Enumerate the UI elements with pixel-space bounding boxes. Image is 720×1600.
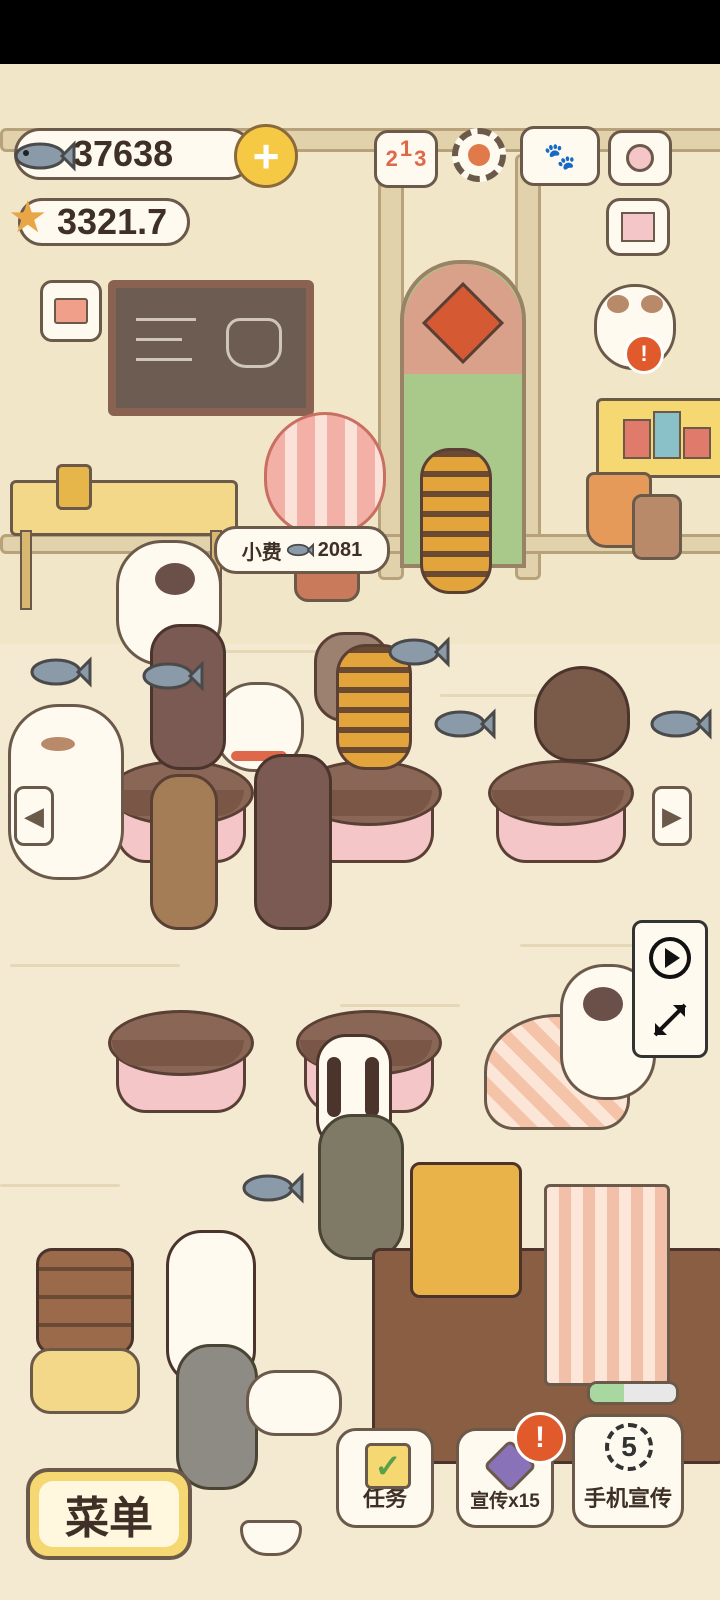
coffee-machine-icon[interactable]	[410, 1162, 522, 1298]
fish-icon	[14, 140, 76, 172]
fish-icon[interactable]	[432, 704, 496, 744]
fish-icon	[286, 542, 314, 558]
star-count: 3321.7	[57, 201, 168, 242]
calico-cat-sleeping[interactable]	[246, 1370, 342, 1436]
rabbit-customer[interactable]	[150, 774, 218, 930]
camera-icon[interactable]	[608, 130, 672, 186]
newspaper-icon[interactable]	[606, 198, 670, 256]
rank-digit: 3	[414, 146, 427, 171]
tip-bubble[interactable]: 小费 2081	[214, 526, 390, 574]
barrel-stool	[30, 1348, 140, 1414]
tip-label: 小费	[241, 541, 282, 564]
checklist-icon: ✓	[365, 1443, 411, 1489]
arrow-left-icon[interactable]: ◀	[14, 786, 54, 846]
rank-digit: 1	[399, 136, 413, 161]
fish-icon[interactable]	[240, 1168, 304, 1208]
phone-promote-button[interactable]: 5 手机宣传	[572, 1381, 684, 1528]
menu-button[interactable]: 菜单	[26, 1468, 192, 1560]
tip-amount: 2081	[317, 538, 363, 561]
cups-display[interactable]	[544, 1184, 670, 1386]
settings-gear-icon[interactable]	[452, 128, 506, 182]
phone-promote-label: 手机宣传	[583, 1486, 672, 1511]
expand-icon[interactable]	[647, 997, 693, 1043]
honey-jar	[56, 464, 92, 510]
game-scene: ! 小费 2081 ◀ ▶	[0, 64, 720, 1600]
fish-icon[interactable]	[28, 652, 92, 692]
alert-icon[interactable]: !	[624, 334, 664, 374]
hot-air-balloon	[264, 412, 386, 536]
wooden-barrel[interactable]	[36, 1248, 134, 1354]
chalkboard	[108, 280, 314, 416]
menu-label: 菜单	[39, 1481, 179, 1547]
toy-shop-sign[interactable]	[596, 398, 720, 478]
arrow-right-icon[interactable]: ▶	[652, 786, 692, 846]
tiger-customer[interactable]	[420, 448, 492, 594]
rat-customer[interactable]	[318, 1114, 404, 1260]
video-panel[interactable]	[632, 920, 708, 1058]
wolf-customer[interactable]	[254, 754, 332, 930]
cactus-pot	[632, 494, 682, 560]
phone-promote-timer-icon: 5	[605, 1423, 653, 1471]
play-video-icon[interactable]	[647, 935, 693, 981]
phone-promote-timer: 5	[621, 1431, 637, 1462]
alert-icon[interactable]: !	[514, 1412, 566, 1464]
tasks-button[interactable]: ✓ 任务	[336, 1428, 434, 1528]
counter-table	[10, 480, 238, 536]
rank-digit: 2	[385, 146, 398, 171]
ranking-icon[interactable]: 2 1 3	[374, 130, 438, 188]
horse-customer[interactable]	[150, 624, 226, 770]
promote-label: 宣传x15	[470, 1491, 540, 1512]
dog-customer[interactable]	[176, 1344, 258, 1490]
paw-book-icon[interactable]: 🐾	[520, 126, 600, 186]
fish-icon[interactable]	[386, 632, 450, 672]
fish-count: 37638	[73, 133, 174, 174]
fish-icon[interactable]	[648, 704, 712, 744]
counter-leg	[20, 530, 32, 610]
shop-icon[interactable]	[40, 280, 102, 342]
hedgehog-customer[interactable]	[534, 666, 630, 762]
star-icon: ★	[8, 193, 48, 242]
phone-promote-progress	[587, 1381, 679, 1405]
fish-icon[interactable]	[140, 656, 204, 696]
plus-icon[interactable]: +	[234, 124, 298, 188]
